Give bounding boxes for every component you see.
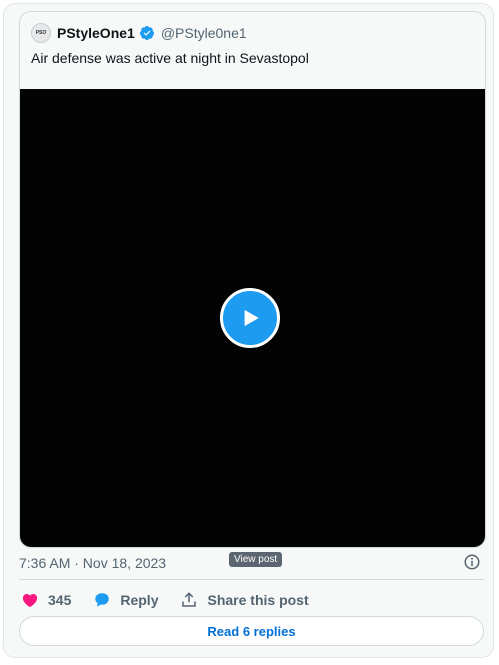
like-button[interactable]: 345 xyxy=(21,591,71,609)
share-button[interactable]: Share this post xyxy=(180,591,309,609)
author-handle[interactable]: @PStyle0ne1 xyxy=(161,25,247,41)
quoted-post-text: Air defense was active at night in Sevas… xyxy=(31,50,309,66)
share-icon xyxy=(182,592,197,607)
reply-bubble-icon xyxy=(95,593,110,607)
read-replies-button[interactable]: Read 6 replies xyxy=(19,616,484,646)
reply-label: Reply xyxy=(120,592,159,608)
play-icon xyxy=(244,309,259,327)
video-player[interactable] xyxy=(20,89,485,547)
quoted-post-header: PSO PStyleOne1 @PStyle0ne1 xyxy=(31,22,247,44)
embedded-tweet-card: PSO PStyleOne1 @PStyle0ne1 Air defense w… xyxy=(3,3,494,658)
view-post-tooltip: View post xyxy=(229,552,283,567)
action-bar: 345 Reply Share this post xyxy=(21,589,331,611)
post-timestamp[interactable]: 7:36 AM · Nov 18, 2023 xyxy=(19,555,166,571)
divider xyxy=(19,579,484,580)
author-name[interactable]: PStyleOne1 xyxy=(57,25,135,41)
like-count: 345 xyxy=(48,592,72,608)
verified-badge-icon xyxy=(139,26,154,40)
info-icon[interactable] xyxy=(463,553,481,571)
play-button[interactable] xyxy=(220,288,280,348)
quoted-post[interactable]: PSO PStyleOne1 @PStyle0ne1 Air defense w… xyxy=(19,11,486,548)
heart-icon xyxy=(22,594,38,608)
reply-button[interactable]: Reply xyxy=(93,591,158,609)
avatar[interactable]: PSO xyxy=(31,23,51,43)
share-label: Share this post xyxy=(207,592,309,608)
